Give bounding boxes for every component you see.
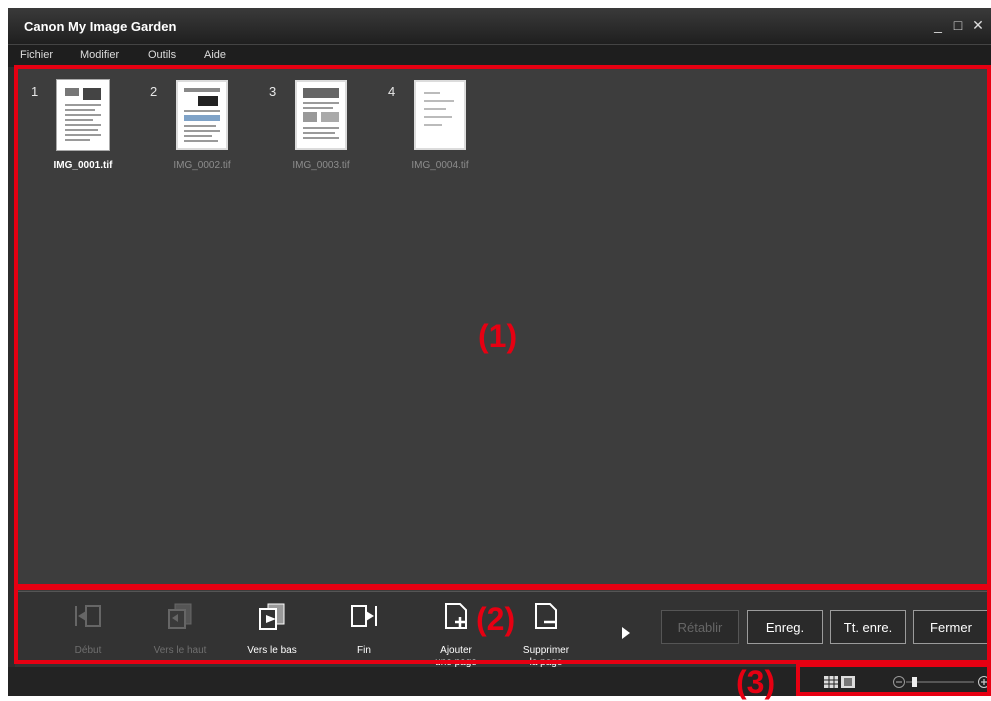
menu-outils[interactable]: Outils bbox=[148, 49, 176, 61]
minimize-icon[interactable]: _ bbox=[929, 15, 947, 35]
menu-aide[interactable]: Aide bbox=[204, 49, 226, 61]
maximize-icon[interactable]: □ bbox=[949, 15, 967, 35]
thumbnail-filename: IMG_0001.tif bbox=[53, 160, 113, 171]
menu-modifier[interactable]: Modifier bbox=[80, 49, 119, 61]
save-all-button[interactable]: Tt. enre. bbox=[830, 610, 906, 644]
thumbnail-item[interactable]: 3 IMG_0003.tif bbox=[269, 80, 379, 180]
menu-bar: Fichier Modifier Outils Aide bbox=[8, 44, 991, 67]
move-up-icon bbox=[168, 603, 192, 629]
thumbnail-item[interactable]: 2 IMG_0002.tif bbox=[150, 80, 260, 180]
page-number: 2 bbox=[150, 84, 158, 99]
page-preview bbox=[414, 80, 466, 150]
delete-page-icon bbox=[535, 603, 557, 629]
undo-button[interactable]: Rétablir bbox=[661, 610, 739, 644]
page-number: 3 bbox=[269, 84, 277, 99]
save-button[interactable]: Enreg. bbox=[747, 610, 823, 644]
page-preview bbox=[176, 80, 228, 150]
add-page-icon bbox=[445, 603, 467, 629]
move-to-end-button[interactable]: Fin bbox=[324, 600, 404, 664]
thumbnail-item[interactable]: 4 IMG_0004.tif bbox=[388, 80, 498, 180]
callout-label-2: (2) bbox=[476, 601, 516, 637]
move-to-end-icon bbox=[351, 605, 377, 627]
move-up-label: Vers le haut bbox=[153, 645, 207, 656]
close-icon[interactable]: ✕ bbox=[969, 15, 987, 35]
thumbnail-view-icon[interactable] bbox=[824, 676, 838, 688]
page-preview bbox=[57, 80, 109, 150]
move-to-start-icon bbox=[75, 605, 101, 627]
thumbnail-filename: IMG_0004.tif bbox=[411, 160, 469, 171]
move-down-button[interactable]: Vers le bas bbox=[232, 600, 312, 664]
move-to-start-button[interactable]: Début bbox=[48, 600, 128, 664]
thumbnail-item[interactable]: 1 IMG_0001.tif bbox=[31, 80, 141, 180]
move-to-start-label: Début bbox=[74, 645, 102, 656]
page-number: 1 bbox=[31, 84, 39, 99]
title-bar: Canon My Image Garden _ □ ✕ bbox=[8, 8, 991, 44]
detail-view-icon[interactable] bbox=[841, 676, 855, 688]
menu-fichier[interactable]: Fichier bbox=[20, 49, 53, 61]
page-number: 4 bbox=[388, 84, 396, 99]
window-title: Canon My Image Garden bbox=[24, 19, 177, 34]
callout-label-1: (1) bbox=[478, 318, 518, 354]
delete-page-label: Supprimer la page bbox=[522, 645, 570, 668]
close-button[interactable]: Fermer bbox=[913, 610, 989, 644]
add-page-label: Ajouter une page bbox=[435, 645, 477, 668]
callout-label-3: (3) bbox=[736, 664, 776, 700]
delete-page-button[interactable]: Supprimer la page bbox=[506, 600, 586, 668]
zoom-slider[interactable] bbox=[892, 675, 982, 689]
move-down-icon bbox=[259, 603, 285, 630]
move-to-end-label: Fin bbox=[357, 645, 371, 656]
move-up-button[interactable]: Vers le haut bbox=[140, 600, 220, 664]
move-down-label: Vers le bas bbox=[247, 645, 297, 656]
thumbnail-filename: IMG_0003.tif bbox=[292, 160, 350, 171]
thumbnail-filename: IMG_0002.tif bbox=[173, 160, 231, 171]
zoom-in-icon[interactable] bbox=[977, 675, 991, 689]
page-preview bbox=[295, 80, 347, 150]
status-bar bbox=[8, 667, 991, 696]
play-arrow-icon[interactable] bbox=[621, 626, 631, 640]
